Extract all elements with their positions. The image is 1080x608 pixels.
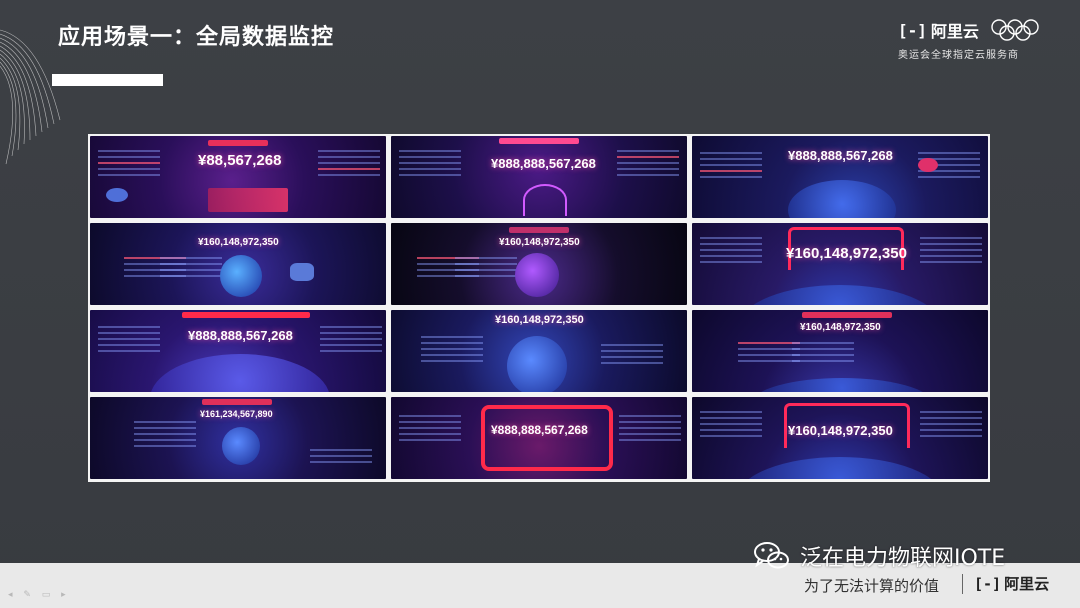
aliyun-logo-name: 阿里云 bbox=[930, 22, 979, 41]
tile-total-number: ¥161,234,567,890 bbox=[200, 409, 273, 419]
dashboard-gallery: ¥88,567,268 ¥888,888,567,268 ¥888,888,56… bbox=[88, 134, 990, 482]
footer-aliyun-logo-name: 阿里云 bbox=[1004, 575, 1050, 593]
tile-total-number: ¥888,888,567,268 bbox=[491, 156, 596, 171]
aliyun-logo: [-] 阿里云 bbox=[898, 18, 979, 42]
slide-nav-icons[interactable]: ◂ ✎ ▭ ▸ bbox=[8, 590, 70, 600]
tile-total-number: ¥888,888,567,268 bbox=[788, 148, 893, 163]
dashboard-thumbnail: ¥888,888,567,268 bbox=[90, 310, 386, 392]
footer-divider bbox=[962, 574, 963, 594]
dashboard-thumbnail: ¥160,148,972,350 bbox=[391, 223, 687, 305]
brand-header: [-] 阿里云 奥运会全球指定云服务商 bbox=[898, 16, 1058, 64]
tile-total-number: ¥160,148,972,350 bbox=[499, 237, 580, 248]
slide-background: 应用场景一：全局数据监控 [-] 阿里云 奥运会全球指定云服务商 ¥88,567… bbox=[0, 0, 1080, 608]
dashboard-thumbnail: ¥888,888,567,268 bbox=[391, 136, 687, 218]
tile-total-number: ¥160,148,972,350 bbox=[198, 237, 279, 248]
wechat-icon bbox=[754, 542, 789, 569]
title-underline-bar bbox=[52, 74, 163, 86]
tile-total-number: ¥160,148,972,350 bbox=[788, 423, 893, 438]
tile-total-number: ¥88,567,268 bbox=[198, 152, 282, 169]
dashboard-thumbnail: ¥161,234,567,890 bbox=[90, 397, 386, 479]
dashboard-thumbnail: ¥160,148,972,350 bbox=[391, 310, 687, 392]
dashboard-thumbnail: ¥160,148,972,350 bbox=[692, 397, 988, 479]
dashboard-thumbnail: ¥160,148,972,350 bbox=[692, 310, 988, 392]
footer-aliyun-logo: [-] 阿里云 bbox=[974, 573, 1049, 594]
dashboard-thumbnail: ¥160,148,972,350 bbox=[692, 223, 988, 305]
tile-total-number: ¥888,888,567,268 bbox=[491, 423, 588, 437]
footer-slogan: 为了无法计算的价值 bbox=[804, 577, 940, 595]
dashboard-thumbnail: ¥160,148,972,350 bbox=[90, 223, 386, 305]
dashboard-thumbnail: ¥888,888,567,268 bbox=[692, 136, 988, 218]
tile-total-number: ¥160,148,972,350 bbox=[495, 314, 584, 326]
tile-total-number: ¥160,148,972,350 bbox=[800, 322, 881, 333]
wechat-watermark: 泛在电力物联网IOTE bbox=[752, 540, 1005, 572]
aliyun-logo-icon: [-] bbox=[898, 20, 927, 40]
dashboard-thumbnail: ¥88,567,268 bbox=[90, 136, 386, 218]
dashboard-thumbnail: ¥888,888,567,268 bbox=[391, 397, 687, 479]
page-title: 应用场景一：全局数据监控 bbox=[58, 25, 335, 50]
tile-total-number: ¥160,148,972,350 bbox=[786, 245, 907, 262]
brand-subtitle: 奥运会全球指定云服务商 bbox=[898, 50, 1019, 61]
tile-total-number: ¥888,888,567,268 bbox=[188, 328, 293, 343]
footer-aliyun-logo-icon: [-] bbox=[974, 574, 1002, 593]
watermark-text: 泛在电力物联网IOTE bbox=[800, 546, 1006, 571]
olympic-rings-icon bbox=[991, 19, 1039, 41]
